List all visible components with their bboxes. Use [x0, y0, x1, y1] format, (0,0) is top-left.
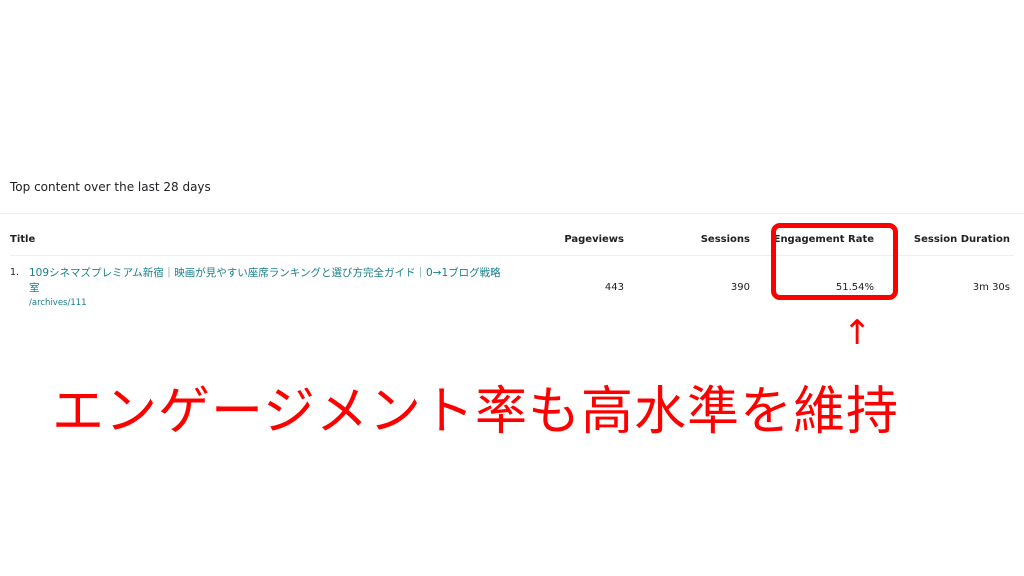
- section-divider: [0, 213, 1024, 214]
- up-arrow-icon: ↑: [843, 313, 872, 353]
- column-header-title[interactable]: Title: [10, 234, 35, 245]
- row-session-duration: 3m 30s: [972, 282, 1010, 293]
- row-pageviews: 443: [604, 282, 624, 293]
- column-header-session-duration[interactable]: Session Duration: [914, 234, 1010, 245]
- row-index: 1.: [10, 267, 20, 278]
- row-sessions: 390: [730, 282, 750, 293]
- column-header-pageviews[interactable]: Pageviews: [564, 234, 624, 245]
- column-header-sessions[interactable]: Sessions: [701, 234, 750, 245]
- section-title: Top content over the last 28 days: [10, 180, 211, 194]
- row-path-link[interactable]: /archives/111: [29, 298, 87, 308]
- engagement-rate-highlight-box: [771, 223, 898, 300]
- annotation-caption: エンゲージメント率も高水準を維持: [52, 382, 899, 442]
- analytics-panel: Top content over the last 28 days Title …: [0, 0, 1024, 576]
- row-title-link[interactable]: 109シネマズプレミアム新宿｜映画が見やすい座席ランキングと選び方完全ガイド｜0…: [29, 266, 509, 296]
